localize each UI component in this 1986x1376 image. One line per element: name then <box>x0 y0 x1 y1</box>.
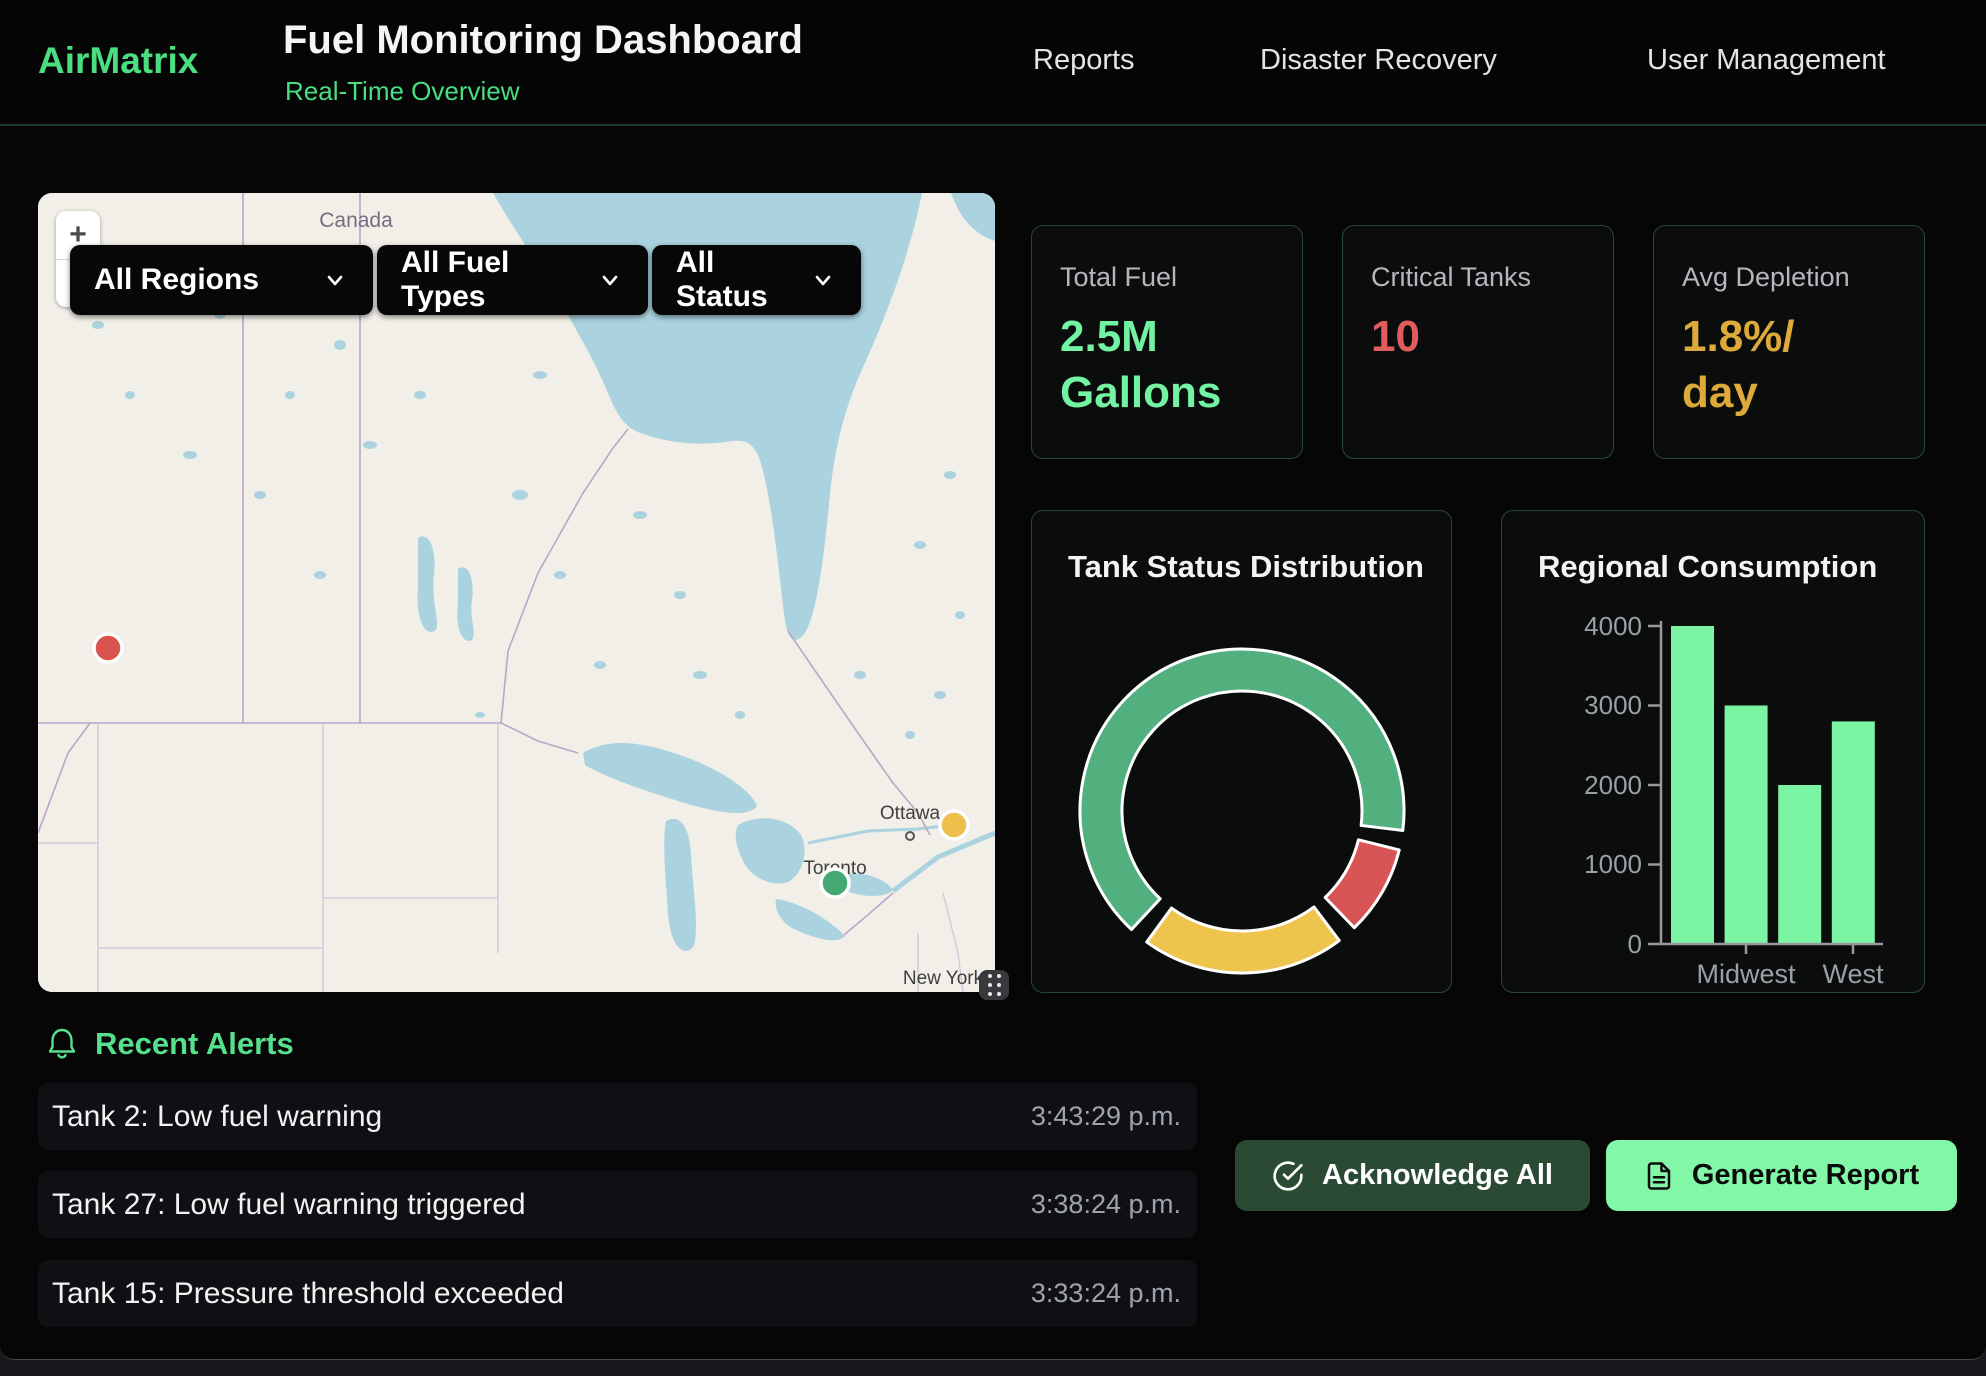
map-lake-manitoba <box>457 567 473 641</box>
alerts-header: Recent Alerts <box>45 1026 294 1062</box>
stat-value: 10 <box>1371 309 1585 365</box>
donut-segments <box>1080 649 1404 973</box>
bar[interactable] <box>1725 706 1768 945</box>
alert-message: Tank 2: Low fuel warning <box>52 1100 382 1134</box>
bar[interactable] <box>1832 721 1875 944</box>
map-drag-handle-icon[interactable] <box>979 970 1009 1000</box>
filter-regions-value: All Regions <box>94 263 259 297</box>
alert-time: 3:43:29 p.m. <box>1031 1101 1181 1132</box>
filter-regions-select[interactable]: All Regions <box>70 245 373 315</box>
svg-text:1000: 1000 <box>1584 849 1642 879</box>
map-filter-bar: All Regions All Fuel Types All Status <box>70 245 861 315</box>
svg-text:0: 0 <box>1628 929 1642 959</box>
filter-status-select[interactable]: All Status <box>652 245 861 315</box>
stat-label: Critical Tanks <box>1371 262 1585 293</box>
document-icon <box>1644 1161 1674 1191</box>
bar[interactable] <box>1778 785 1821 944</box>
map-label-newyork: New York <box>903 968 984 989</box>
nav-disaster-recovery[interactable]: Disaster Recovery <box>1260 44 1497 77</box>
nav-user-management[interactable]: User Management <box>1647 44 1886 77</box>
generate-report-button[interactable]: Generate Report <box>1606 1140 1957 1211</box>
stat-card-total-fuel: Total Fuel 2.5M Gallons <box>1031 225 1303 459</box>
map-marker-warning[interactable] <box>940 811 968 839</box>
nav-reports[interactable]: Reports <box>1033 44 1135 77</box>
svg-text:3000: 3000 <box>1584 690 1642 720</box>
filter-fuel-types-select[interactable]: All Fuel Types <box>377 245 648 315</box>
stat-card-avg-depletion: Avg Depletion 1.8%/ day <box>1653 225 1925 459</box>
map-label-country: Canada <box>319 209 393 232</box>
y-tick-labels: 0 1000 2000 3000 4000 <box>1584 611 1642 959</box>
map-marker-critical[interactable] <box>94 634 122 662</box>
tank-status-card: Tank Status Distribution <box>1031 510 1452 993</box>
alerts-title: Recent Alerts <box>95 1026 294 1062</box>
alert-message: Tank 27: Low fuel warning triggered <box>52 1188 526 1222</box>
filter-fuel-types-value: All Fuel Types <box>401 246 572 314</box>
stat-label: Avg Depletion <box>1682 262 1896 293</box>
chevron-down-icon <box>598 268 622 292</box>
bar[interactable] <box>1671 626 1714 944</box>
svg-text:Midwest: Midwest <box>1696 959 1796 989</box>
alert-message: Tank 15: Pressure threshold exceeded <box>52 1277 564 1311</box>
page-subtitle: Real-Time Overview <box>285 76 520 107</box>
generate-report-label: Generate Report <box>1692 1159 1919 1192</box>
chevron-down-icon <box>323 268 347 292</box>
acknowledge-all-button[interactable]: Acknowledge All <box>1235 1140 1590 1211</box>
acknowledge-all-label: Acknowledge All <box>1322 1159 1553 1192</box>
stat-value: 2.5M Gallons <box>1060 309 1274 421</box>
tank-status-donut-chart <box>1032 511 1453 994</box>
donut-segment-warning[interactable] <box>1147 907 1339 973</box>
alert-row[interactable]: Tank 15: Pressure threshold exceeded 3:3… <box>38 1260 1197 1327</box>
alert-row[interactable]: Tank 2: Low fuel warning 3:43:29 p.m. <box>38 1083 1197 1150</box>
header: AirMatrix Fuel Monitoring Dashboard Real… <box>0 0 1986 126</box>
stat-label: Total Fuel <box>1060 262 1274 293</box>
filter-status-value: All Status <box>676 246 785 314</box>
dashboard-root: AirMatrix Fuel Monitoring Dashboard Real… <box>0 0 1986 1360</box>
bars <box>1671 626 1875 944</box>
regional-consumption-card: Regional Consumption 0 1000 2000 3000 40… <box>1501 510 1925 993</box>
stat-value: 1.8%/ day <box>1682 309 1896 421</box>
svg-text:2000: 2000 <box>1584 770 1642 800</box>
alert-time: 3:38:24 p.m. <box>1031 1189 1181 1220</box>
chevron-down-icon <box>811 268 835 292</box>
map-label-ottawa: Ottawa <box>880 803 941 824</box>
svg-text:4000: 4000 <box>1584 611 1642 641</box>
check-circle-icon <box>1272 1160 1304 1192</box>
x-tick-labels: Midwest West <box>1696 959 1884 989</box>
donut-segment-critical[interactable] <box>1325 840 1399 928</box>
map-panel: Canada Ottawa Toronto New York + − All R… <box>38 193 995 992</box>
alert-row[interactable]: Tank 27: Low fuel warning triggered 3:38… <box>38 1171 1197 1238</box>
page-title: Fuel Monitoring Dashboard <box>283 18 803 63</box>
svg-text:West: West <box>1822 959 1884 989</box>
regional-consumption-bar-chart: 0 1000 2000 3000 4000 Midwest West <box>1502 511 1926 994</box>
bell-icon <box>45 1026 79 1062</box>
stat-card-critical-tanks: Critical Tanks 10 <box>1342 225 1614 459</box>
alert-time: 3:33:24 p.m. <box>1031 1278 1181 1309</box>
brand-logo: AirMatrix <box>38 40 198 82</box>
map-marker-normal[interactable] <box>821 869 849 897</box>
